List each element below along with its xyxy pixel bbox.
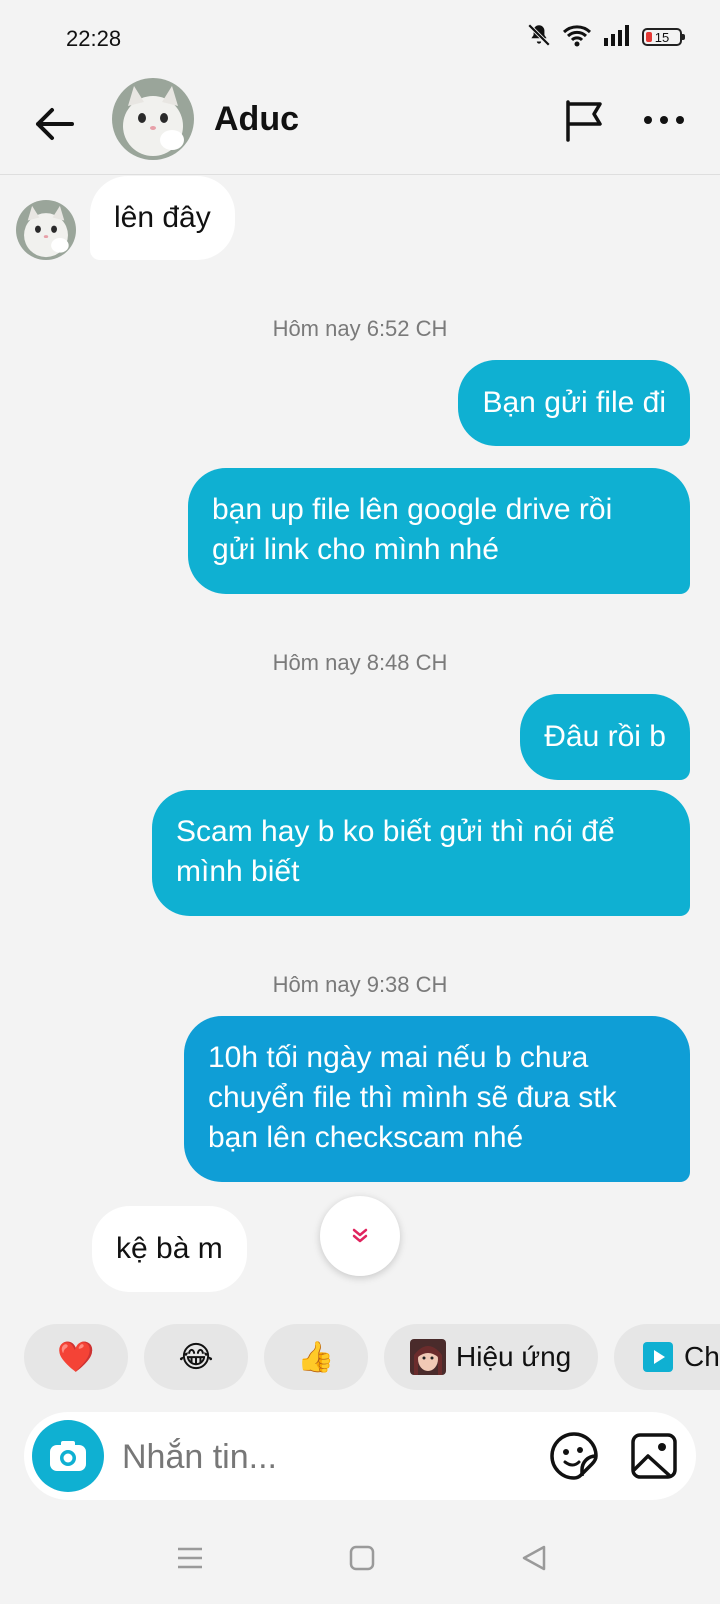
message-line: chuyển file thì mình sẽ đưa stk (208, 1081, 617, 1114)
message-line: mình biết (176, 855, 300, 888)
effects-label: Hiệu ứng (456, 1341, 572, 1372)
status-icons: 15 (526, 22, 685, 53)
scroll-to-bottom-button[interactable] (320, 1196, 400, 1276)
timestamp: Hôm nay 6:52 CH (272, 316, 448, 341)
message-text: kệ bà m (116, 1232, 223, 1265)
more-icon (644, 116, 684, 124)
back-nav-icon[interactable] (520, 1544, 548, 1572)
system-nav-bar (0, 1530, 720, 1590)
chip-button-partial[interactable]: Ch (614, 1324, 720, 1390)
message-bubble-outgoing[interactable]: bạn up file lên google drive rồi gửi lin… (188, 468, 690, 594)
reaction-heart-button[interactable]: ❤️ (24, 1324, 128, 1390)
message-line: gửi link cho mình nhé (212, 533, 499, 566)
battery-level: 15 (654, 29, 670, 45)
message-bubble-outgoing[interactable]: Đâu rồi b (520, 694, 690, 780)
camera-icon (50, 1441, 86, 1471)
back-arrow-icon (36, 108, 74, 140)
message-bubble-incoming[interactable]: kệ bà m (92, 1206, 247, 1292)
message-line: 10h tối ngày mai nếu b chưa (208, 1041, 589, 1074)
timestamp: Hôm nay 8:48 CH (272, 650, 448, 675)
message-text: Đâu rồi b (544, 720, 666, 753)
avatar[interactable] (112, 78, 194, 160)
effects-button[interactable]: Hiệu ứng (384, 1324, 598, 1390)
gallery-button[interactable] (628, 1430, 680, 1482)
message-text: lên đây (114, 201, 211, 234)
thumbs-up-icon: 👍 (297, 1340, 335, 1374)
gallery-icon (631, 1433, 677, 1479)
home-icon[interactable] (348, 1544, 376, 1572)
laugh-emoji-icon: 😂 (178, 1340, 214, 1374)
message-text: Bạn gửi file đi (482, 386, 666, 419)
contact-name[interactable]: Aduc (214, 100, 299, 139)
bell-off-icon (526, 22, 552, 53)
chat-header: Aduc (0, 70, 720, 175)
reaction-laugh-button[interactable]: 😂 (144, 1324, 248, 1390)
message-bubble-outgoing[interactable]: 10h tối ngày mai nếu b chưa chuyển file … (184, 1016, 690, 1182)
sticker-button[interactable] (548, 1430, 600, 1482)
message-line: bạn lên checkscam nhé (208, 1121, 524, 1154)
back-button[interactable] (30, 98, 82, 150)
message-bubble-incoming[interactable]: lên đây (90, 176, 235, 260)
wifi-icon (562, 22, 592, 53)
menu-icon[interactable] (176, 1544, 204, 1572)
heart-icon: ❤️ (57, 1340, 95, 1374)
battery-icon: 15 (642, 28, 685, 46)
sticker-icon (550, 1432, 598, 1480)
message-bubble-outgoing[interactable]: Bạn gửi file đi (458, 360, 690, 446)
reaction-thumbs-up-button[interactable]: 👍 (264, 1324, 368, 1390)
effects-avatar-icon (410, 1339, 446, 1375)
quick-reactions: ❤️ 😂 👍 Hiệu ứng Ch (0, 1324, 720, 1390)
message-bubble-outgoing[interactable]: Scam hay b ko biết gửi thì nói để mình b… (152, 790, 690, 916)
message-composer (24, 1412, 696, 1500)
play-square-icon (643, 1342, 673, 1372)
report-button[interactable] (560, 96, 608, 144)
timestamp: Hôm nay 9:38 CH (272, 972, 448, 997)
message-line: Scam hay b ko biết gửi thì nói để (176, 815, 615, 848)
more-options-button[interactable] (636, 96, 692, 144)
message-line: bạn up file lên google drive rồi (212, 493, 613, 526)
sender-avatar[interactable] (16, 200, 76, 260)
message-input[interactable] (120, 1426, 524, 1488)
flag-icon (566, 100, 602, 142)
chip-label: Ch (684, 1341, 720, 1372)
chevron-double-down-icon (352, 1228, 368, 1243)
status-time: 22:28 (66, 26, 122, 51)
signal-icon (602, 23, 632, 52)
camera-button[interactable] (32, 1420, 104, 1492)
